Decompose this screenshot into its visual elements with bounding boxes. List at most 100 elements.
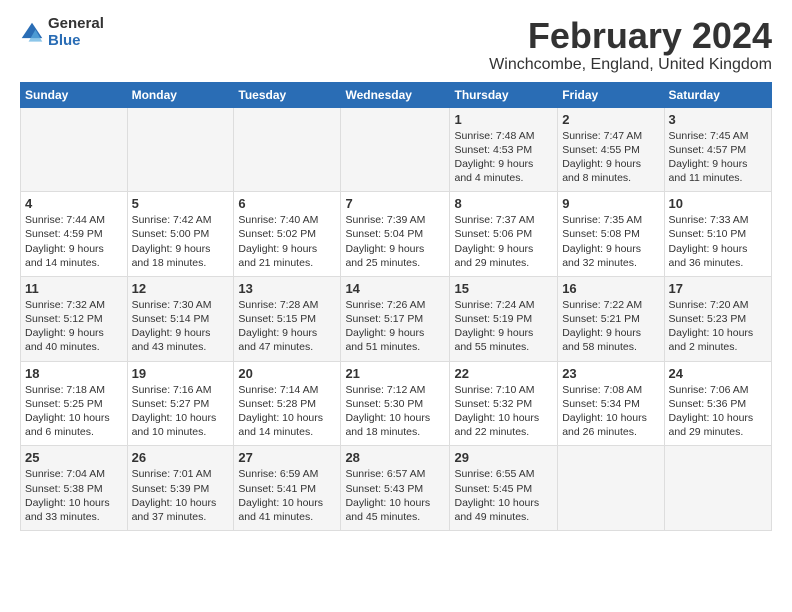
calendar-cell: 6 Sunrise: 7:40 AM Sunset: 5:02 PM Daylig… xyxy=(234,192,341,277)
day-info: Sunrise: 7:22 AM Sunset: 5:21 PM Dayligh… xyxy=(562,299,642,354)
calendar-cell: 20 Sunrise: 7:14 AM Sunset: 5:28 PM Dayli… xyxy=(234,361,341,446)
calendar-cell: 13Sunrise: 7:28 AM Sunset: 5:15 PM Dayli… xyxy=(234,276,341,361)
day-info: Sunrise: 7:30 AM Sunset: 5:14 PM Dayligh… xyxy=(132,299,212,354)
calendar-cell: 22 Sunrise: 7:10 AM Sunset: 5:32 PM Dayli… xyxy=(450,361,558,446)
logo-general: General xyxy=(48,16,104,33)
day-info: Sunrise: 7:16 AM Sunset: 5:27 PM Dayligh… xyxy=(132,384,217,439)
page-header: General Blue February 2024 Winchcombe, E… xyxy=(20,16,772,74)
day-number: 2 xyxy=(562,112,659,127)
calendar-cell: 24 Sunrise: 7:06 AM Sunset: 5:36 PM Dayli… xyxy=(664,361,771,446)
day-number: 26 xyxy=(132,450,230,465)
header-wednesday: Wednesday xyxy=(341,82,450,107)
week-row-2: 11Sunrise: 7:32 AM Sunset: 5:12 PM Dayli… xyxy=(21,276,772,361)
calendar-cell: 16 Sunrise: 7:22 AM Sunset: 5:21 PM Dayli… xyxy=(558,276,664,361)
calendar-cell: 14Sunrise: 7:26 AM Sunset: 5:17 PM Dayli… xyxy=(341,276,450,361)
day-number: 3 xyxy=(669,112,767,127)
day-info: Sunrise: 7:08 AM Sunset: 5:34 PM Dayligh… xyxy=(562,384,647,439)
day-info: Sunrise: 7:44 AM Sunset: 4:59 PM Dayligh… xyxy=(25,214,105,269)
calendar-cell: 2 Sunrise: 7:47 AM Sunset: 4:55 PM Daylig… xyxy=(558,107,664,192)
calendar-cell: 23 Sunrise: 7:08 AM Sunset: 5:34 PM Dayli… xyxy=(558,361,664,446)
page-subtitle: Winchcombe, England, United Kingdom xyxy=(489,56,772,74)
day-number: 6 xyxy=(238,196,336,211)
calendar-cell: 11Sunrise: 7:32 AM Sunset: 5:12 PM Dayli… xyxy=(21,276,128,361)
calendar-cell: 4 Sunrise: 7:44 AM Sunset: 4:59 PM Daylig… xyxy=(21,192,128,277)
day-info: Sunrise: 7:39 AM Sunset: 5:04 PM Dayligh… xyxy=(345,214,425,269)
header-sunday: Sunday xyxy=(21,82,128,107)
calendar-cell: 25 Sunrise: 7:04 AM Sunset: 5:38 PM Dayli… xyxy=(21,446,128,531)
day-info: Sunrise: 7:40 AM Sunset: 5:02 PM Dayligh… xyxy=(238,214,318,269)
day-info: Sunrise: 6:59 AM Sunset: 5:41 PM Dayligh… xyxy=(238,468,323,523)
header-tuesday: Tuesday xyxy=(234,82,341,107)
day-info: Sunrise: 7:47 AM Sunset: 4:55 PM Dayligh… xyxy=(562,130,642,185)
calendar-cell: 27 Sunrise: 6:59 AM Sunset: 5:41 PM Dayli… xyxy=(234,446,341,531)
day-number: 24 xyxy=(669,366,767,381)
day-number: 27 xyxy=(238,450,336,465)
logo-icon xyxy=(20,21,44,45)
calendar-cell xyxy=(127,107,234,192)
calendar-cell: 3Sunrise: 7:45 AM Sunset: 4:57 PM Daylig… xyxy=(664,107,771,192)
day-number: 16 xyxy=(562,281,659,296)
calendar-body: 1 Sunrise: 7:48 AM Sunset: 4:53 PM Daylig… xyxy=(21,107,772,530)
day-info: Sunrise: 7:06 AM Sunset: 5:36 PM Dayligh… xyxy=(669,384,754,439)
day-number: 19 xyxy=(132,366,230,381)
day-number: 10 xyxy=(669,196,767,211)
calendar-cell: 12 Sunrise: 7:30 AM Sunset: 5:14 PM Dayli… xyxy=(127,276,234,361)
calendar-cell: 1 Sunrise: 7:48 AM Sunset: 4:53 PM Daylig… xyxy=(450,107,558,192)
calendar-cell: 17Sunrise: 7:20 AM Sunset: 5:23 PM Dayli… xyxy=(664,276,771,361)
day-number: 14 xyxy=(345,281,445,296)
header-row: SundayMondayTuesdayWednesdayThursdayFrid… xyxy=(21,82,772,107)
day-info: Sunrise: 7:18 AM Sunset: 5:25 PM Dayligh… xyxy=(25,384,110,439)
week-row-1: 4 Sunrise: 7:44 AM Sunset: 4:59 PM Daylig… xyxy=(21,192,772,277)
logo-blue: Blue xyxy=(48,33,104,50)
day-info: Sunrise: 7:20 AM Sunset: 5:23 PM Dayligh… xyxy=(669,299,754,354)
day-number: 18 xyxy=(25,366,123,381)
day-info: Sunrise: 7:12 AM Sunset: 5:30 PM Dayligh… xyxy=(345,384,430,439)
calendar-cell xyxy=(21,107,128,192)
week-row-4: 25 Sunrise: 7:04 AM Sunset: 5:38 PM Dayli… xyxy=(21,446,772,531)
day-number: 15 xyxy=(454,281,553,296)
day-info: Sunrise: 7:24 AM Sunset: 5:19 PM Dayligh… xyxy=(454,299,534,354)
day-number: 22 xyxy=(454,366,553,381)
calendar-cell: 10 Sunrise: 7:33 AM Sunset: 5:10 PM Dayli… xyxy=(664,192,771,277)
calendar-cell: 29 Sunrise: 6:55 AM Sunset: 5:45 PM Dayli… xyxy=(450,446,558,531)
day-info: Sunrise: 7:42 AM Sunset: 5:00 PM Dayligh… xyxy=(132,214,212,269)
day-number: 1 xyxy=(454,112,553,127)
day-number: 23 xyxy=(562,366,659,381)
calendar-cell: 15 Sunrise: 7:24 AM Sunset: 5:19 PM Dayli… xyxy=(450,276,558,361)
calendar-cell xyxy=(234,107,341,192)
day-number: 4 xyxy=(25,196,123,211)
header-saturday: Saturday xyxy=(664,82,771,107)
day-info: Sunrise: 7:04 AM Sunset: 5:38 PM Dayligh… xyxy=(25,468,110,523)
page-title: February 2024 xyxy=(489,16,772,56)
day-info: Sunrise: 7:10 AM Sunset: 5:32 PM Dayligh… xyxy=(454,384,539,439)
day-number: 29 xyxy=(454,450,553,465)
calendar-cell: 8Sunrise: 7:37 AM Sunset: 5:06 PM Daylig… xyxy=(450,192,558,277)
day-number: 20 xyxy=(238,366,336,381)
day-number: 9 xyxy=(562,196,659,211)
calendar-cell: 21 Sunrise: 7:12 AM Sunset: 5:30 PM Dayli… xyxy=(341,361,450,446)
week-row-0: 1 Sunrise: 7:48 AM Sunset: 4:53 PM Daylig… xyxy=(21,107,772,192)
logo-text: General Blue xyxy=(48,16,104,49)
day-info: Sunrise: 7:33 AM Sunset: 5:10 PM Dayligh… xyxy=(669,214,749,269)
day-info: Sunrise: 7:48 AM Sunset: 4:53 PM Dayligh… xyxy=(454,130,534,185)
day-number: 25 xyxy=(25,450,123,465)
day-info: Sunrise: 7:01 AM Sunset: 5:39 PM Dayligh… xyxy=(132,468,217,523)
day-number: 21 xyxy=(345,366,445,381)
day-number: 5 xyxy=(132,196,230,211)
header-monday: Monday xyxy=(127,82,234,107)
day-number: 28 xyxy=(345,450,445,465)
header-thursday: Thursday xyxy=(450,82,558,107)
day-info: Sunrise: 6:55 AM Sunset: 5:45 PM Dayligh… xyxy=(454,468,539,523)
calendar-cell: 5 Sunrise: 7:42 AM Sunset: 5:00 PM Daylig… xyxy=(127,192,234,277)
calendar-cell xyxy=(341,107,450,192)
day-info: Sunrise: 6:57 AM Sunset: 5:43 PM Dayligh… xyxy=(345,468,430,523)
day-number: 11 xyxy=(25,281,123,296)
calendar-cell: 9Sunrise: 7:35 AM Sunset: 5:08 PM Daylig… xyxy=(558,192,664,277)
title-block: February 2024 Winchcombe, England, Unite… xyxy=(489,16,772,74)
week-row-3: 18 Sunrise: 7:18 AM Sunset: 5:25 PM Dayli… xyxy=(21,361,772,446)
day-info: Sunrise: 7:14 AM Sunset: 5:28 PM Dayligh… xyxy=(238,384,323,439)
calendar-cell xyxy=(558,446,664,531)
day-number: 8 xyxy=(454,196,553,211)
day-number: 13 xyxy=(238,281,336,296)
day-number: 12 xyxy=(132,281,230,296)
